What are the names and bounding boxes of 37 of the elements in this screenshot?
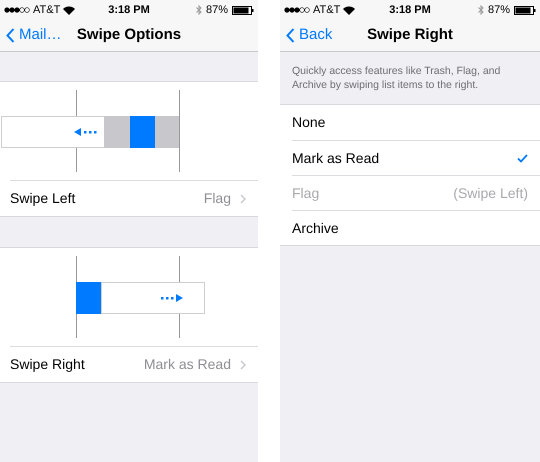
carrier-name: AT&T	[33, 2, 60, 18]
nav-title: Swipe Options	[76, 25, 182, 46]
option-label: None	[292, 113, 326, 132]
option-row[interactable]: Archive	[292, 210, 540, 245]
row-value: Mark as Read	[144, 355, 231, 374]
battery-percent: 87%	[206, 2, 228, 18]
battery-percent: 87%	[488, 2, 510, 18]
nav-title: Swipe Right	[367, 25, 453, 46]
signal-icon	[284, 7, 310, 13]
status-time: 3:18 PM	[108, 2, 150, 18]
bluetooth-icon	[478, 5, 484, 15]
battery-icon	[232, 6, 254, 14]
row-label: Swipe Right	[10, 355, 85, 374]
row-value: Flag	[204, 189, 231, 208]
chevron-right-icon	[240, 194, 246, 204]
back-button[interactable]: Back	[280, 24, 332, 47]
option-row[interactable]: None	[292, 105, 540, 140]
status-time: 3:18 PM	[389, 2, 431, 18]
wifi-icon	[343, 6, 356, 14]
option-note: (Swipe Left)	[453, 184, 528, 203]
row-label: Swipe Left	[10, 189, 76, 208]
back-button[interactable]: Mail…	[0, 24, 62, 47]
settings-row[interactable]: Swipe Left Flag	[10, 180, 258, 216]
chevron-left-icon	[286, 28, 295, 43]
settings-row[interactable]: Swipe Right Mark as Read	[10, 346, 258, 382]
signal-icon	[4, 7, 30, 13]
carrier-name: AT&T	[313, 2, 340, 18]
chevron-left-icon	[6, 28, 15, 43]
option-row[interactable]: Mark as Read	[292, 140, 540, 175]
wifi-icon	[63, 6, 76, 14]
battery-icon	[514, 6, 536, 14]
option-label: Flag	[292, 184, 320, 203]
bluetooth-icon	[196, 5, 202, 15]
chevron-right-icon	[240, 360, 246, 370]
option-label: Archive	[292, 218, 339, 238]
option-label: Mark as Read	[292, 148, 380, 168]
section-description: Quickly access features like Trash, Flag, and Archive by swiping list items to the right.	[291, 64, 502, 93]
